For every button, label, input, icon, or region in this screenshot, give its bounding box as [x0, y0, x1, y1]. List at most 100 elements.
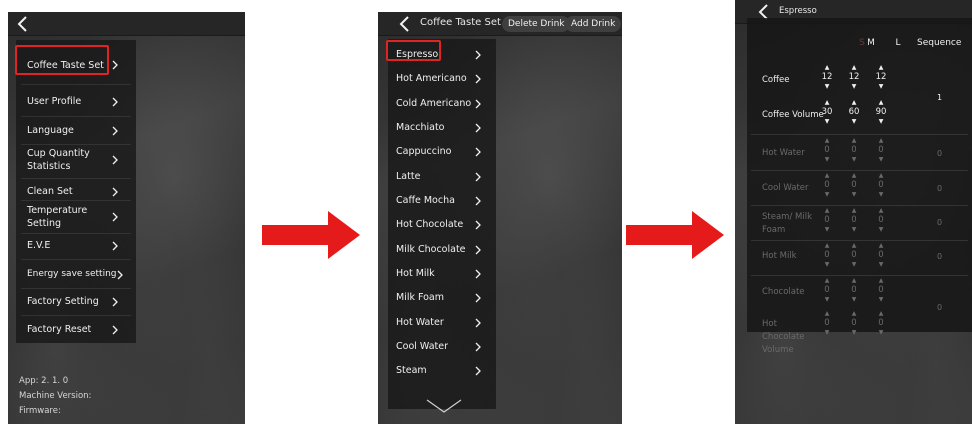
cool-water-s-stepper[interactable]: ▲ 0 ▼ — [817, 172, 837, 200]
delete-drink-button[interactable]: Delete Drink — [502, 16, 571, 32]
hot-milk-m-stepper[interactable]: ▲ 0 ▼ — [844, 242, 864, 270]
drink-item-label: Steam — [396, 365, 427, 376]
cool-water-l-stepper[interactable]: ▲ 0 ▼ — [871, 172, 891, 200]
menu-item-cup-quantity-statistics[interactable]: Cup Quantity Statistics — [16, 144, 136, 176]
hot-chocolate-volume-m-stepper[interactable]: ▲ 0 ▼ — [844, 310, 864, 338]
drink-item-latte[interactable]: Latte — [388, 165, 496, 189]
coffee-volume-l-stepper[interactable]: ▲ 90 ▼ — [871, 99, 891, 127]
coffee-volume-s-stepper[interactable]: ▲ 30 ▼ — [817, 99, 837, 127]
row-divider — [751, 134, 968, 135]
drink-item-label: Hot Milk — [396, 268, 435, 279]
drink-item-milk-foam[interactable]: Milk Foam — [388, 286, 496, 310]
hot-milk-l-stepper[interactable]: ▲ 0 ▼ — [871, 242, 891, 270]
drink-item-label: Hot Chocolate — [396, 219, 464, 230]
top-bar: Coffee Taste Set Delete Drink Add Drink — [378, 12, 622, 36]
hot-milk-sequence[interactable]: 0 — [937, 252, 942, 261]
drink-item-cold-americano[interactable]: Cold Americano — [388, 92, 496, 116]
drink-item-cool-water[interactable]: Cool Water — [388, 335, 496, 359]
menu-item-label: Temperature Setting — [27, 205, 88, 229]
highlight-box — [15, 45, 109, 75]
chevron-right-icon — [475, 220, 481, 230]
drink-item-steam[interactable]: Steam — [388, 359, 496, 383]
drink-item-label: Milk Foam — [396, 292, 445, 303]
menu-item-energy-save-setting[interactable]: Energy save setting — [16, 262, 136, 288]
chevron-right-icon — [117, 270, 123, 280]
chevron-right-icon — [475, 366, 481, 376]
hot-milk-s-stepper[interactable]: ▲ 0 ▼ — [817, 242, 837, 270]
chevron-right-icon — [475, 245, 481, 255]
chevron-right-icon — [475, 74, 481, 84]
drink-item-hot-water[interactable]: Hot Water — [388, 311, 496, 335]
steam-milk-foam-sequence[interactable]: 0 — [937, 218, 942, 227]
menu-item-eve[interactable]: E.V.E — [16, 234, 136, 258]
row-divider — [751, 240, 968, 241]
row-divider — [751, 275, 968, 276]
coffee-s-stepper[interactable]: ▲ 12 ▼ — [817, 64, 837, 92]
drink-item-hot-milk[interactable]: Hot Milk — [388, 262, 496, 286]
settings-menu-screen: Coffee Taste Set User Profile Language C… — [8, 12, 245, 424]
steam-milk-foam-m-stepper[interactable]: ▲ 0 ▼ — [844, 207, 864, 235]
chevron-right-icon — [475, 147, 481, 157]
drink-list: Espresso Hot Americano Cold Americano Ma… — [388, 39, 496, 409]
back-arrow-icon[interactable] — [14, 15, 32, 33]
drink-item-label: Hot Americano — [396, 73, 467, 84]
espresso-recipe-screen: Espresso S M L Sequence Coffee ▲ 12 ▼ ▲ 12 ▼… — [735, 0, 972, 424]
hot-water-m-stepper[interactable]: ▲ 0 ▼ — [844, 137, 864, 165]
highlight-box — [386, 40, 441, 61]
steam-milk-foam-s-stepper[interactable]: ▲ 0 ▼ — [817, 207, 837, 235]
firmware-version: Firmware: — [19, 406, 61, 416]
menu-item-language[interactable]: Language — [16, 119, 136, 143]
drink-item-hot-americano[interactable]: Hot Americano — [388, 67, 496, 91]
chevron-right-icon — [475, 196, 481, 206]
divider — [21, 259, 131, 260]
row-divider — [751, 170, 968, 171]
chevron-right-icon — [475, 342, 481, 352]
chevron-down-icon[interactable] — [424, 396, 464, 416]
chocolate-m-stepper[interactable]: ▲ 0 ▼ — [844, 277, 864, 305]
row-divider — [751, 205, 968, 206]
chevron-right-icon — [112, 297, 118, 307]
recipe-table: S M L Sequence Coffee ▲ 12 ▼ ▲ 12 ▼ ▲ 12 ▼ 1 C… — [747, 18, 972, 355]
chevron-right-icon — [475, 269, 481, 279]
hot-water-s-stepper[interactable]: ▲ 0 ▼ — [817, 137, 837, 165]
cool-water-m-stepper[interactable]: ▲ 0 ▼ — [844, 172, 864, 200]
drink-item-milk-chocolate[interactable]: Milk Chocolate — [388, 238, 496, 262]
hot-water-sequence[interactable]: 0 — [937, 149, 942, 158]
menu-item-temperature-setting[interactable]: Temperature Setting — [16, 200, 136, 232]
drink-item-label: Cappuccino — [396, 146, 452, 157]
drink-item-label: Cool Water — [396, 341, 448, 352]
drink-item-caffe-mocha[interactable]: Caffe Mocha — [388, 189, 496, 213]
machine-version: Machine Version: — [19, 391, 92, 401]
cool-water-sequence[interactable]: 0 — [937, 184, 942, 193]
drink-item-label: Caffe Mocha — [396, 195, 455, 206]
chocolate-s-stepper[interactable]: ▲ 0 ▼ — [817, 277, 837, 305]
chevron-right-icon — [475, 172, 481, 182]
settings-menu: Coffee Taste Set User Profile Language C… — [16, 40, 136, 343]
menu-item-factory-reset[interactable]: Factory Reset — [16, 318, 136, 342]
red-arrow-icon — [262, 211, 360, 259]
coffee-sequence[interactable]: 1 — [937, 93, 942, 102]
coffee-m-stepper[interactable]: ▲ 12 ▼ — [844, 64, 864, 92]
hot-chocolate-volume-l-stepper[interactable]: ▲ 0 ▼ — [871, 310, 891, 338]
chevron-right-icon — [112, 325, 118, 335]
drink-item-label: Latte — [396, 171, 421, 182]
hot-chocolate-volume-s-stepper[interactable]: ▲ 0 ▼ — [817, 310, 837, 338]
drink-item-hot-chocolate[interactable]: Hot Chocolate — [388, 213, 496, 237]
menu-item-user-profile[interactable]: User Profile — [16, 90, 136, 114]
steam-milk-foam-l-stepper[interactable]: ▲ 0 ▼ — [871, 207, 891, 235]
add-drink-button[interactable]: Add Drink — [565, 16, 622, 32]
back-arrow-icon[interactable] — [396, 15, 414, 33]
red-arrow-icon — [626, 211, 724, 259]
hot-water-l-stepper[interactable]: ▲ 0 ▼ — [871, 137, 891, 165]
drink-item-cappuccino[interactable]: Cappuccino — [388, 140, 496, 164]
coffee-l-stepper[interactable]: ▲ 12 ▼ — [871, 64, 891, 92]
menu-item-factory-setting[interactable]: Factory Setting — [16, 290, 136, 314]
coffee-taste-set-screen: Coffee Taste Set Delete Drink Add Drink … — [378, 12, 622, 424]
chevron-right-icon — [112, 187, 118, 197]
drink-item-macchiato[interactable]: Macchiato — [388, 116, 496, 140]
chocolate-sequence[interactable]: 0 — [937, 303, 942, 312]
page-title: Coffee Taste Set — [420, 17, 501, 28]
menu-item-label: E.V.E — [27, 240, 51, 251]
coffee-volume-m-stepper[interactable]: ▲ 60 ▼ — [844, 99, 864, 127]
chocolate-l-stepper[interactable]: ▲ 0 ▼ — [871, 277, 891, 305]
